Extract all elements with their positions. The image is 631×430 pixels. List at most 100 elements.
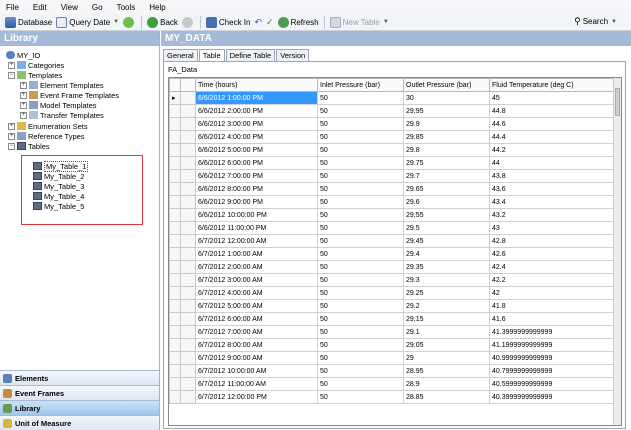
menu-help[interactable]: Help — [149, 3, 165, 12]
cell-time[interactable]: 6/6/2012 4:00:00 PM — [195, 130, 318, 144]
expand-icon[interactable]: + — [20, 111, 27, 119]
cell-fluid-temperature[interactable]: 41.1999999999999 — [489, 338, 615, 352]
cell-time[interactable]: 6/6/2012 8:00:00 PM — [195, 182, 318, 196]
menu-go[interactable]: Go — [92, 3, 103, 12]
cell-time[interactable]: 6/7/2012 7:00:00 AM — [195, 325, 318, 339]
tree-item-my-table-1[interactable]: My_Table_1 — [33, 160, 89, 172]
expand-icon[interactable]: + — [20, 91, 27, 99]
menu-tools[interactable]: Tools — [117, 3, 136, 12]
cell-inlet-pressure[interactable]: 50 — [317, 364, 404, 378]
cell-fluid-temperature[interactable]: 44.4 — [489, 130, 615, 144]
cell-fluid-temperature[interactable]: 42.2 — [489, 273, 615, 287]
row-header[interactable] — [180, 325, 196, 339]
cell-outlet-pressure[interactable]: 29.6 — [403, 195, 490, 209]
cell-time[interactable]: 6/6/2012 10:00:00 PM — [195, 208, 318, 222]
tree-item-transfer-templates[interactable]: + Transfer Templates — [20, 110, 104, 120]
cell-inlet-pressure[interactable]: 50 — [317, 390, 404, 404]
cell-time[interactable]: 6/7/2012 12:00:00 AM — [195, 234, 318, 248]
table-row[interactable]: 6/6/2012 2:00:00 PM 50 29.95 44.8 — [169, 104, 615, 118]
tree-item-model-templates[interactable]: + Model Templates — [20, 100, 97, 110]
table-row[interactable]: 6/6/2012 6:00:00 PM 50 29.75 44 — [169, 156, 615, 170]
cell-outlet-pressure[interactable]: 29.8 — [403, 143, 490, 157]
cell-fluid-temperature[interactable]: 45 — [489, 91, 615, 105]
tree-item-event-frame-templates[interactable]: + Event Frame Templates — [20, 90, 119, 100]
row-header[interactable] — [180, 234, 196, 248]
cell-time[interactable]: 6/6/2012 1:00:00 PM — [195, 91, 318, 105]
cell-inlet-pressure[interactable]: 50 — [317, 169, 404, 183]
cell-inlet-pressure[interactable]: 50 — [317, 182, 404, 196]
row-header[interactable] — [180, 312, 196, 326]
cell-outlet-pressure[interactable]: 29.4 — [403, 247, 490, 261]
apply-button[interactable]: ✓ — [264, 15, 276, 30]
cell-outlet-pressure[interactable]: 29.05 — [403, 338, 490, 352]
menu-view[interactable]: View — [61, 3, 78, 12]
cell-inlet-pressure[interactable]: 50 — [317, 247, 404, 261]
tree-item-my-table-2[interactable]: My_Table_2 — [33, 171, 84, 181]
sync-button[interactable] — [121, 15, 138, 30]
cell-time[interactable]: 6/6/2012 9:00:00 PM — [195, 195, 318, 209]
table-row[interactable]: 6/6/2012 7:00:00 PM 50 29.7 43.8 — [169, 169, 615, 183]
cell-fluid-temperature[interactable]: 40.7999999999999 — [489, 364, 615, 378]
cell-outlet-pressure[interactable]: 29.9 — [403, 117, 490, 131]
cell-fluid-temperature[interactable]: 43 — [489, 221, 615, 235]
table-row[interactable]: 6/7/2012 2:00:00 AM 50 29.35 42.4 — [169, 260, 615, 274]
cell-fluid-temperature[interactable]: 44.8 — [489, 104, 615, 118]
cell-time[interactable]: 6/7/2012 2:00:00 AM — [195, 260, 318, 274]
cell-inlet-pressure[interactable]: 50 — [317, 208, 404, 222]
expand-icon[interactable]: + — [20, 101, 27, 109]
cell-outlet-pressure[interactable]: 29.7 — [403, 169, 490, 183]
row-indicator[interactable] — [169, 104, 181, 118]
nav-elements[interactable]: Elements — [0, 370, 159, 385]
row-indicator[interactable] — [169, 364, 181, 378]
nav-event-frames[interactable]: Event Frames — [0, 385, 159, 400]
row-header[interactable] — [180, 299, 196, 313]
row-header[interactable] — [180, 182, 196, 196]
cell-fluid-temperature[interactable]: 41.6 — [489, 312, 615, 326]
expand-icon[interactable]: + — [8, 61, 15, 69]
cell-fluid-temperature[interactable]: 41.8 — [489, 299, 615, 313]
cell-fluid-temperature[interactable]: 40.9999999999999 — [489, 351, 615, 365]
cell-outlet-pressure[interactable]: 29.95 — [403, 104, 490, 118]
table-row[interactable]: 6/7/2012 9:00:00 AM 50 29 40.9999999999999 — [169, 351, 615, 365]
database-button[interactable]: Database — [3, 15, 54, 30]
row-indicator[interactable] — [169, 351, 181, 365]
nav-library[interactable]: Library — [0, 400, 159, 415]
row-indicator[interactable] — [169, 169, 181, 183]
row-indicator[interactable] — [169, 221, 181, 235]
table-row[interactable]: 6/6/2012 8:00:00 PM 50 29.65 43.6 — [169, 182, 615, 196]
tree-item-my-table-3[interactable]: My_Table_3 — [33, 181, 84, 191]
cell-outlet-pressure[interactable]: 29.25 — [403, 286, 490, 300]
tree-item-tables[interactable]: − Tables — [8, 141, 50, 151]
table-row[interactable]: 6/7/2012 3:00:00 AM 50 29.3 42.2 — [169, 273, 615, 287]
cell-inlet-pressure[interactable]: 50 — [317, 299, 404, 313]
cell-inlet-pressure[interactable]: 50 — [317, 221, 404, 235]
cell-fluid-temperature[interactable]: 42.6 — [489, 247, 615, 261]
cell-fluid-temperature[interactable]: 44 — [489, 156, 615, 170]
table-row[interactable]: ▸ 6/6/2012 1:00:00 PM 50 30 45 — [169, 91, 615, 105]
table-row[interactable]: 6/6/2012 9:00:00 PM 50 29.6 43.4 — [169, 195, 615, 209]
cell-fluid-temperature[interactable]: 40.5999999999999 — [489, 377, 615, 391]
table-row[interactable]: 6/6/2012 4:00:00 PM 50 29.85 44.4 — [169, 130, 615, 144]
vertical-scrollbar[interactable] — [613, 78, 621, 425]
row-header[interactable] — [180, 390, 196, 404]
tree-item-my-table-5[interactable]: My_Table_5 — [33, 201, 84, 211]
row-indicator[interactable] — [169, 182, 181, 196]
cell-outlet-pressure[interactable]: 29.2 — [403, 299, 490, 313]
row-indicator[interactable] — [169, 143, 181, 157]
cell-fluid-temperature[interactable]: 44.2 — [489, 143, 615, 157]
cell-inlet-pressure[interactable]: 50 — [317, 104, 404, 118]
row-header[interactable] — [180, 351, 196, 365]
row-indicator[interactable] — [169, 286, 181, 300]
row-indicator[interactable] — [169, 247, 181, 261]
cell-outlet-pressure[interactable]: 29.5 — [403, 221, 490, 235]
cell-fluid-temperature[interactable]: 42.8 — [489, 234, 615, 248]
cell-time[interactable]: 6/7/2012 5:00:00 AM — [195, 299, 318, 313]
cell-outlet-pressure[interactable]: 29.15 — [403, 312, 490, 326]
undo-button[interactable]: ↶ — [252, 15, 264, 30]
cell-inlet-pressure[interactable]: 50 — [317, 117, 404, 131]
tree-item-reference-types[interactable]: + Reference Types — [8, 131, 85, 141]
row-header[interactable] — [180, 286, 196, 300]
cell-inlet-pressure[interactable]: 50 — [317, 338, 404, 352]
cell-fluid-temperature[interactable]: 43.4 — [489, 195, 615, 209]
cell-inlet-pressure[interactable]: 50 — [317, 195, 404, 209]
